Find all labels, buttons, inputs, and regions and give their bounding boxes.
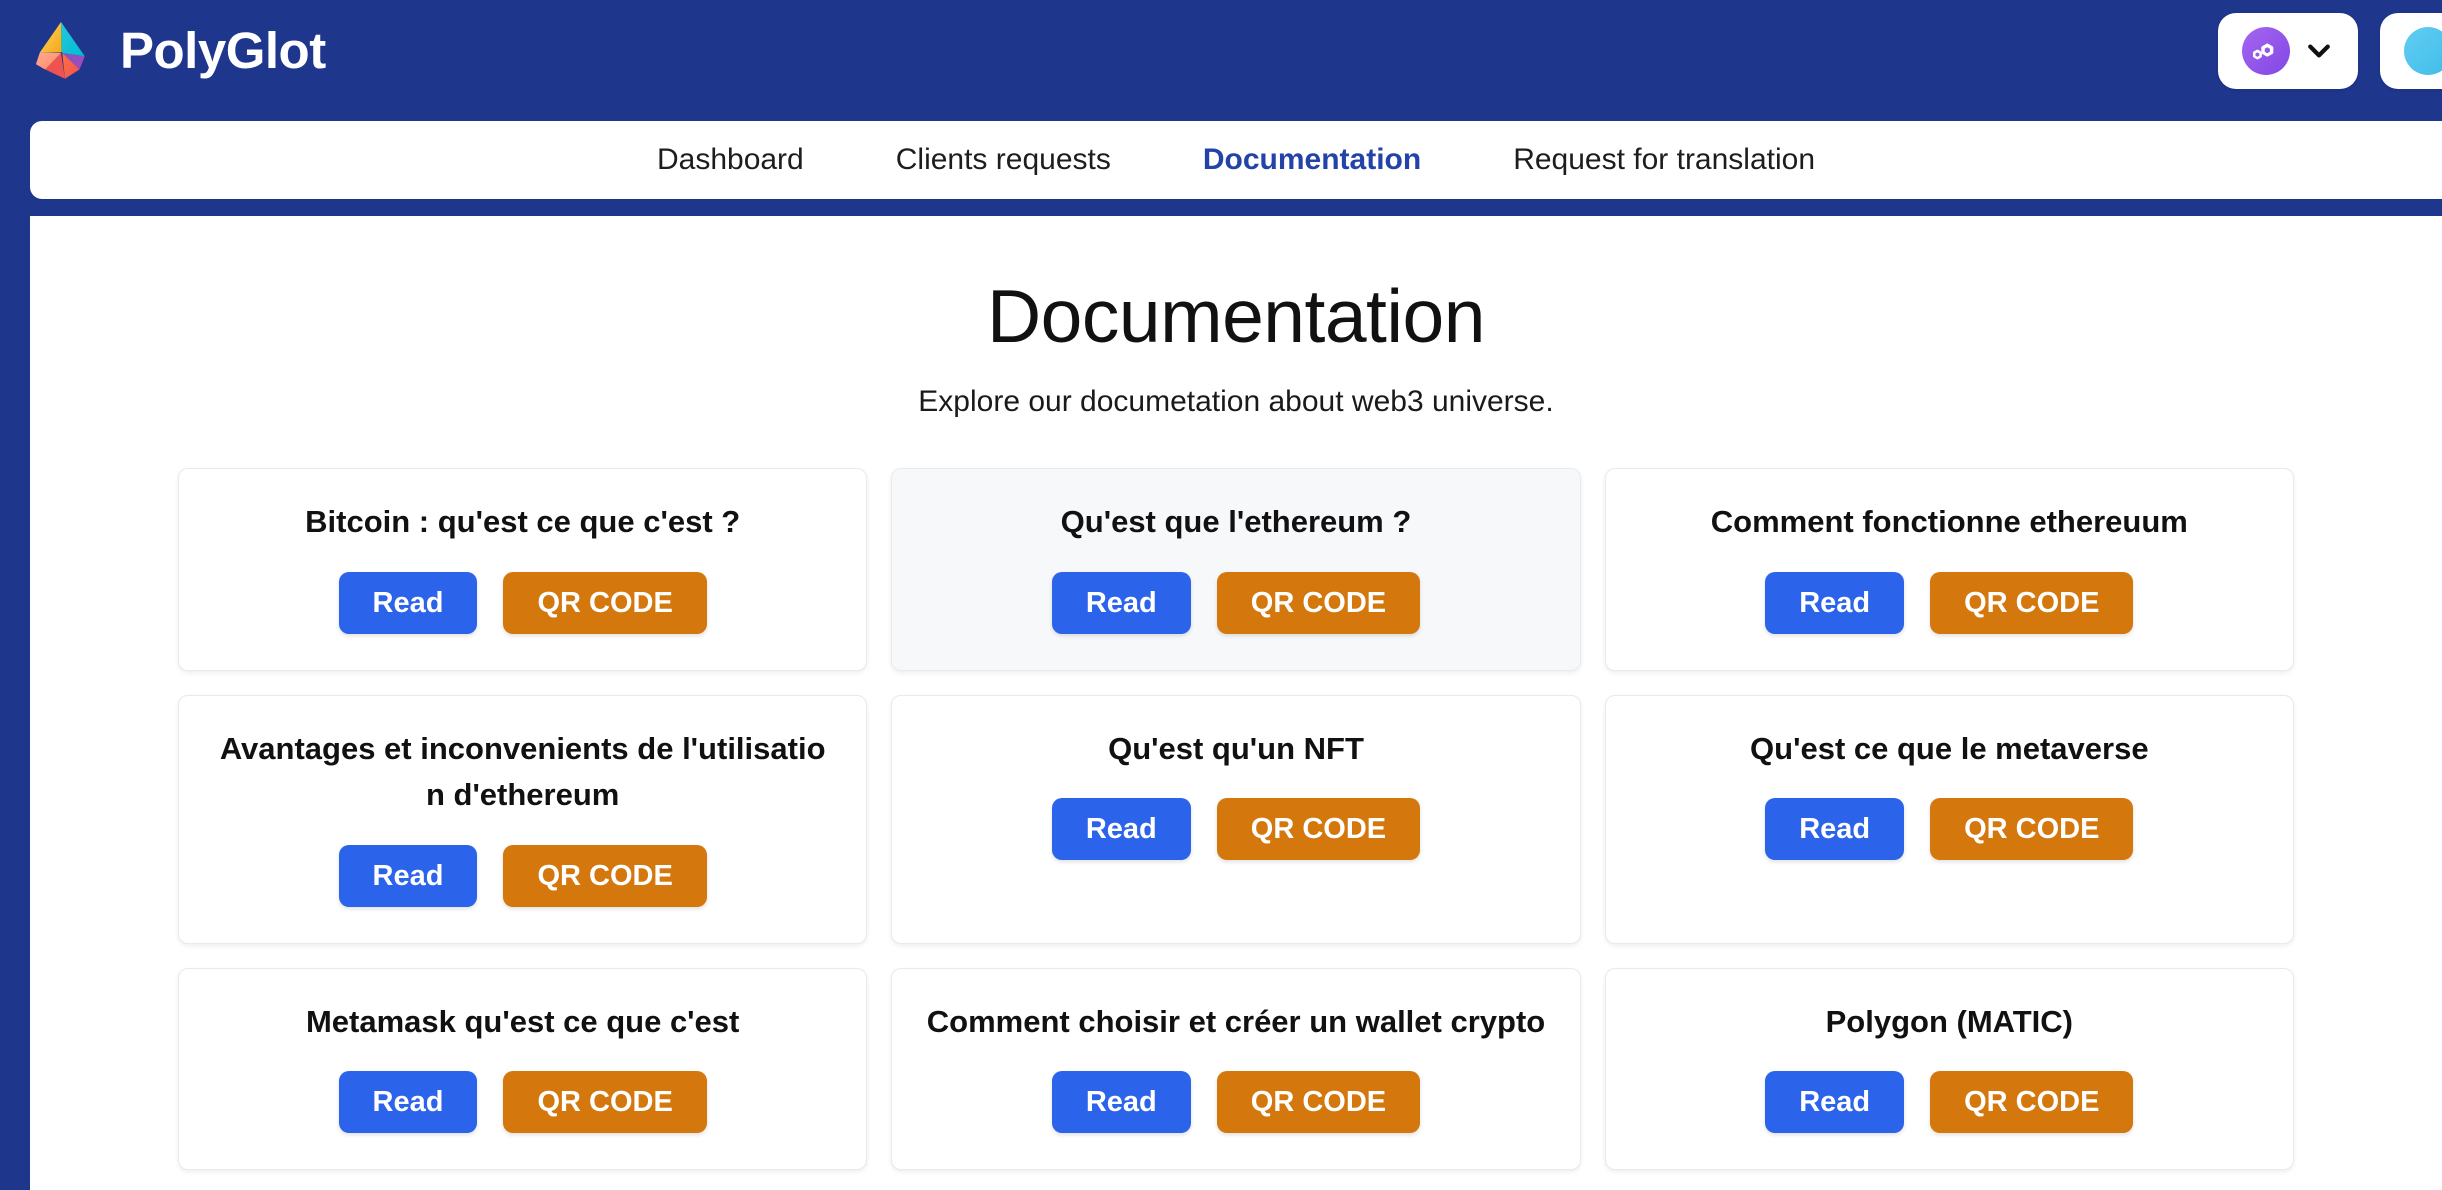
doc-card-title: Avantages et inconvenients de l'utilisat… <box>219 730 826 813</box>
doc-card[interactable]: Comment choisir et créer un wallet crypt… <box>891 967 1581 1170</box>
nav-item-clients-requests[interactable]: Clients requests <box>850 145 1157 175</box>
header-actions <box>2218 12 2442 89</box>
nav-item-dashboard[interactable]: Dashboard <box>611 145 850 175</box>
nav-item-request-for-translation[interactable]: Request for translation <box>1467 145 1861 175</box>
app-header: PolyGlot <box>0 0 2442 101</box>
doc-card-title: Bitcoin : qu'est ce que c'est ? <box>305 504 741 539</box>
doc-card-actions: Read QR CODE <box>338 571 707 634</box>
doc-card-title: Qu'est que l'ethereum ? <box>1060 504 1412 539</box>
read-button[interactable]: Read <box>1051 798 1191 860</box>
qr-code-button[interactable]: QR CODE <box>1930 571 2134 634</box>
wallet-account-button[interactable] <box>2380 12 2442 89</box>
doc-card-actions: Read QR CODE <box>1765 571 2134 634</box>
main-content: Documentation Explore our documetation a… <box>30 216 2442 1190</box>
doc-card-actions: Read QR CODE <box>1765 1071 2134 1133</box>
qr-code-button[interactable]: QR CODE <box>503 571 707 634</box>
doc-card[interactable]: Avantages et inconvenients de l'utilisat… <box>178 694 868 944</box>
doc-card-title: Comment choisir et créer un wallet crypt… <box>926 1003 1546 1039</box>
read-button[interactable]: Read <box>1051 1071 1191 1133</box>
doc-card-title: Comment fonctionne ethereuum <box>1710 504 2188 539</box>
doc-card-title: Qu'est qu'un NFT <box>1108 730 1364 766</box>
doc-card[interactable]: Metamask qu'est ce que c'est Read QR COD… <box>178 967 868 1170</box>
doc-card-title: Qu'est ce que le metaverse <box>1750 730 2149 766</box>
brand[interactable]: PolyGlot <box>28 18 326 84</box>
qr-code-button[interactable]: QR CODE <box>1930 1071 2134 1133</box>
doc-card-actions: Read QR CODE <box>338 1071 707 1133</box>
nav-item-documentation[interactable]: Documentation <box>1157 145 1467 175</box>
doc-card-actions: Read QR CODE <box>1051 571 1421 634</box>
doc-card[interactable]: Qu'est ce que le metaverse Read QR CODE <box>1604 694 2294 944</box>
doc-card[interactable]: Polygon (MATIC) Read QR CODE <box>1604 967 2294 1170</box>
polygon-matic-icon <box>2242 26 2290 75</box>
doc-card-title: Polygon (MATIC) <box>1825 1003 2074 1039</box>
read-button[interactable]: Read <box>1765 571 1905 634</box>
qr-code-button[interactable]: QR CODE <box>1930 798 2134 860</box>
doc-card-actions: Read QR CODE <box>1051 798 1421 860</box>
documentation-card-grid: Bitcoin : qu'est ce que c'est ? Read QR … <box>178 468 2294 1170</box>
chevron-down-icon <box>2308 44 2330 57</box>
page-subtitle: Explore our documetation about web3 univ… <box>918 385 1554 418</box>
qr-code-button[interactable]: QR CODE <box>503 1071 707 1133</box>
qr-code-button[interactable]: QR CODE <box>1216 798 1421 860</box>
read-button[interactable]: Read <box>338 844 478 907</box>
doc-card[interactable]: Comment fonctionne ethereuum Read QR COD… <box>1604 468 2294 671</box>
brand-name: PolyGlot <box>120 22 326 79</box>
read-button[interactable]: Read <box>338 1071 478 1133</box>
polyglot-pyramid-logo-icon <box>35 21 85 79</box>
doc-card[interactable]: Qu'est que l'ethereum ? Read QR CODE <box>891 468 1581 671</box>
doc-card-actions: Read QR CODE <box>338 844 707 907</box>
doc-card-actions: Read QR CODE <box>1051 1071 1421 1133</box>
network-selector-button[interactable] <box>2218 12 2358 89</box>
doc-card-title: Metamask qu'est ce que c'est <box>305 1003 740 1039</box>
doc-card[interactable]: Bitcoin : qu'est ce que c'est ? Read QR … <box>178 468 868 671</box>
doc-card-actions: Read QR CODE <box>1765 798 2134 860</box>
read-button[interactable]: Read <box>1765 798 1905 860</box>
app-root: PolyGlot Dashboard Clients requests Docu… <box>0 0 2442 1190</box>
qr-code-button[interactable]: QR CODE <box>1216 1071 1421 1133</box>
page-title: Documentation <box>987 274 1485 358</box>
qr-code-button[interactable]: QR CODE <box>503 844 707 907</box>
read-button[interactable]: Read <box>338 571 478 634</box>
doc-card[interactable]: Qu'est qu'un NFT Read QR CODE <box>891 694 1581 944</box>
read-button[interactable]: Read <box>1765 1071 1905 1133</box>
read-button[interactable]: Read <box>1051 571 1191 634</box>
wallet-avatar-icon <box>2404 26 2442 75</box>
main-navigation: Dashboard Clients requests Documentation… <box>30 121 2442 199</box>
qr-code-button[interactable]: QR CODE <box>1216 571 1421 634</box>
